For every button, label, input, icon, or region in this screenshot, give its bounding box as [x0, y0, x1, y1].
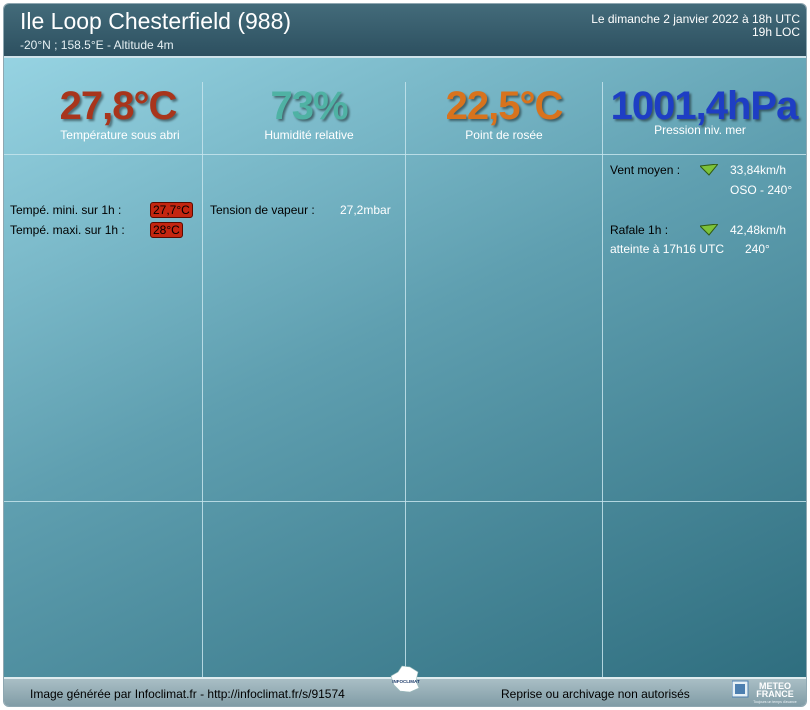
grid-line: [202, 82, 203, 679]
station-name: Ile Loop Chesterfield (988): [20, 8, 292, 34]
temp-max-label: Tempé. maxi. sur 1h :: [10, 223, 125, 237]
temp-min-label: Tempé. mini. sur 1h :: [10, 203, 122, 217]
gust-time: atteinte à 17h16 UTC: [610, 242, 725, 256]
gust-direction: 240°: [745, 242, 770, 256]
vapor-label: Tension de vapeur :: [210, 203, 315, 217]
wind-direction: OSO - 240°: [730, 183, 793, 197]
temperature-label: Température sous abri: [60, 128, 180, 142]
gust-arrow-icon: [700, 224, 718, 236]
footer-credit: Image générée par Infoclimat.fr - http:/…: [30, 687, 345, 701]
grid-line: [405, 82, 406, 679]
observation-area: 27,8°C Température sous abri 73% Humidit…: [4, 58, 806, 679]
vapor-value: 27,2mbar: [340, 203, 391, 217]
temp-min-value: 27,7°C: [150, 202, 193, 218]
dewpoint-label: Point de rosée: [465, 128, 543, 142]
grid-line: [602, 82, 603, 679]
weather-panel: Ile Loop Chesterfield (988) -20°N ; 158.…: [3, 3, 807, 707]
humidity-value: 73%: [270, 84, 348, 128]
wind-label: Vent moyen :: [610, 163, 681, 177]
station-coords: -20°N ; 158.5°E - Altitude 4m: [20, 38, 174, 52]
date-utc: Le dimanche 2 janvier 2022 à 18h UTC: [591, 12, 800, 26]
gust-speed: 42,48km/h: [730, 223, 787, 237]
pressure-label: Pression niv. mer: [654, 123, 746, 137]
wind-arrow-icon: [700, 164, 718, 176]
date-local: 19h LOC: [751, 25, 800, 39]
grid-line: [4, 154, 806, 155]
footer-notice: Reprise ou archivage non autorisés: [501, 687, 690, 701]
infoclimat-logo-icon: INFOCLIMAT: [390, 665, 420, 693]
dewpoint-value: 22,5°C: [445, 84, 564, 128]
wind-speed: 33,84km/h: [730, 163, 787, 177]
grid-line: [4, 501, 806, 502]
infoclimat-logo-text: INFOCLIMAT: [392, 679, 420, 684]
humidity-label: Humidité relative: [264, 128, 354, 142]
meteofrance-logo-icon: METEO FRANCE Toujours un temps d'avance: [732, 680, 797, 704]
temp-max-value: 28°C: [150, 222, 183, 238]
header: Ile Loop Chesterfield (988) -20°N ; 158.…: [4, 4, 806, 58]
meteofrance-logo-line2: FRANCE: [756, 689, 794, 699]
meteofrance-tagline: Toujours un temps d'avance: [753, 700, 797, 704]
temperature-value: 27,8°C: [59, 84, 178, 128]
gust-label: Rafale 1h :: [610, 223, 669, 237]
